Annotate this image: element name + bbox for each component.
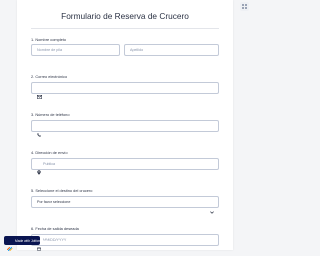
destination-selected-value: Por favor seleccione <box>37 200 71 205</box>
envelope-icon <box>36 86 43 104</box>
form-card: Formulario de Reserva de Crucero 1. Nomb… <box>17 0 233 251</box>
title-divider <box>31 28 219 29</box>
destination-label: 5. Seleccione el destino del crucero <box>31 188 93 193</box>
last-name-input[interactable]: Apellido <box>124 44 219 56</box>
corner-menu-button[interactable] <box>240 2 249 11</box>
departure-date-label: 6. Fecha de salida deseada <box>31 226 79 231</box>
phone-label: 3. Número de teléfono <box>31 112 70 117</box>
address-placeholder: Publica <box>43 162 56 167</box>
first-name-input[interactable]: Nombre de pila <box>31 44 120 56</box>
jotform-logo-icon <box>7 238 13 256</box>
made-with-badge[interactable]: Made with Jotform.app <box>4 236 48 251</box>
form-title: Formulario de Reserva de Crucero <box>61 11 189 21</box>
location-pin-icon <box>37 162 41 180</box>
address-input[interactable]: Publica <box>31 158 219 175</box>
phone-input[interactable] <box>31 120 219 137</box>
email-label: 2. Correo electrónico <box>31 74 68 79</box>
phone-icon <box>37 124 41 142</box>
email-input[interactable] <box>31 82 219 100</box>
made-with-badge-text: Made with Jotform.app <box>15 238 49 243</box>
first-name-placeholder: Nombre de pila <box>37 48 63 53</box>
last-name-placeholder: Apellido <box>130 48 144 53</box>
address-label: 4. Dirección de envío <box>31 150 68 155</box>
destination-select[interactable]: Por favor seleccione <box>31 196 219 214</box>
departure-date-input[interactable]: MM/DD/YYYY <box>31 234 219 251</box>
name-label: 1. Nombre completo <box>31 37 67 42</box>
chevron-down-icon <box>210 201 214 219</box>
